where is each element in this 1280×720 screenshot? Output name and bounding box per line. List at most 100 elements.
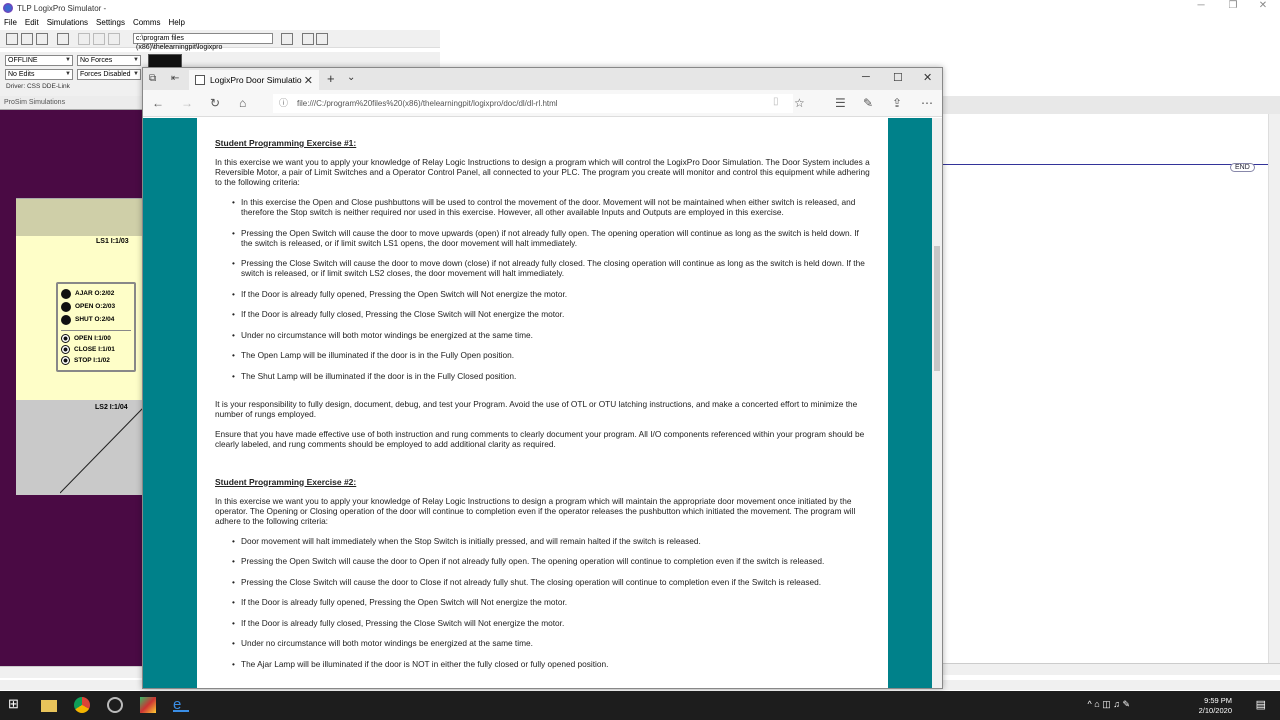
open-lamp-icon [61, 301, 71, 312]
browser-window: ⧉ ⇤ LogixPro Door Simulatio ✕ + ⌄ ─ ☐ ✕ … [142, 67, 943, 689]
exercise1-criteria-list: In this exercise the Open and Close push… [215, 197, 870, 381]
list-item: If the Door is already fully opened, Pre… [232, 597, 870, 607]
copy-icon[interactable] [93, 33, 105, 45]
edits-select[interactable]: No Edits ▼ [5, 69, 73, 80]
ajar-lamp-label: AJAR O:2/02 [75, 290, 115, 297]
mode-select[interactable]: OFFLINE ▼ [5, 55, 73, 66]
tab-title: LogixPro Door Simulatio [210, 75, 302, 85]
url-input[interactable]: ⓘ file:///C:/program%20files%20(x86)/the… [273, 94, 793, 113]
info-icon: ⓘ [279, 98, 289, 108]
end-rung: END [1230, 163, 1255, 172]
notifications-icon[interactable]: ▤ [1256, 698, 1266, 711]
cut-icon[interactable] [78, 33, 90, 45]
home-icon[interactable]: ⌂ [239, 96, 246, 110]
tab-preview-icon[interactable]: ⧉ [149, 73, 156, 84]
menu-comms[interactable]: Comms [129, 16, 165, 29]
open-pushbutton-icon[interactable] [61, 334, 70, 343]
refresh-icon[interactable]: ↻ [210, 96, 220, 110]
list-item: Pressing the Open Switch will cause the … [232, 228, 870, 248]
close-pushbutton-icon[interactable] [61, 345, 70, 354]
list-item: The Shut Lamp will be illuminated if the… [232, 371, 870, 381]
ajar-lamp-icon [61, 288, 71, 299]
menu-edit[interactable]: Edit [21, 16, 43, 29]
path-field[interactable]: c:\program files (x86)\thelearningpit\lo… [133, 33, 273, 51]
ladder-editor-area: END [942, 96, 1280, 681]
url-text: file:///C:/program%20files%20(x86)/thele… [297, 99, 558, 108]
file-explorer-icon[interactable] [41, 700, 57, 712]
stop-button-row[interactable]: STOP I:1/02 [58, 355, 134, 366]
open-button-row[interactable]: OPEN I:1/00 [58, 333, 134, 344]
exercise2-title: Student Programming Exercise #2: [215, 476, 357, 487]
tab-list-chevron-icon[interactable]: ⌄ [347, 72, 355, 83]
menu-file[interactable]: File [0, 16, 21, 29]
windows-taskbar: ⊞ e ^ ⌂ ◫ ♫ ✎ 9:59 PM 2/10/2020 ▤ [0, 691, 1280, 720]
zoom-out-icon[interactable] [316, 33, 328, 45]
exercise1-title: Student Programming Exercise #1: [215, 138, 357, 148]
minimize-icon[interactable]: ─ [1186, 0, 1216, 11]
save-icon[interactable] [36, 33, 48, 45]
forces-disabled-select[interactable]: Forces Disabled ▼ [77, 69, 141, 80]
favorites-hub-icon[interactable]: ☰ [835, 96, 846, 110]
stop-pushbutton-icon[interactable] [61, 356, 70, 365]
list-item: Under no circumstance will both motor wi… [232, 638, 870, 648]
ladder-vertical-scrollbar[interactable] [1268, 114, 1280, 663]
reading-view-icon[interactable]: ▯ [773, 96, 779, 107]
menu-help[interactable]: Help [165, 16, 189, 29]
browser-minimize-icon[interactable]: ─ [862, 71, 870, 83]
taskbar-clock[interactable]: 9:59 PM 2/10/2020 [1199, 696, 1232, 716]
left-horizontal-scrollbar[interactable] [0, 666, 143, 678]
zoom-in-icon[interactable] [302, 33, 314, 45]
browser-address-bar: ← → ↻ ⌂ ⓘ file:///C:/program%20files%20(… [143, 90, 942, 117]
menu-settings[interactable]: Settings [92, 16, 129, 29]
ls1-label: LS1 I:1/03 [96, 238, 129, 245]
open-button-label: OPEN I:1/00 [74, 335, 111, 342]
chrome-icon[interactable] [74, 697, 90, 713]
windows-start-icon[interactable]: ⊞ [8, 696, 24, 712]
open-lamp-row: OPEN O:2/03 [58, 300, 134, 313]
list-item: If the Door is already fully opened, Pre… [232, 289, 870, 299]
browser-close-icon[interactable]: ✕ [923, 71, 932, 84]
browser-tab[interactable]: LogixPro Door Simulatio ✕ [189, 70, 319, 90]
close-button-row[interactable]: CLOSE I:1/01 [58, 344, 134, 355]
ladder-horizontal-scrollbar[interactable] [942, 663, 1280, 675]
exercise2-criteria-list: Door movement will halt immediately when… [215, 536, 870, 669]
exercise1-comments: Ensure that you have made effective use … [215, 428, 865, 449]
system-tray-icons[interactable]: ^ ⌂ ◫ ♫ ✎ [1088, 699, 1130, 710]
print-icon[interactable] [57, 33, 69, 45]
app-title: TLP LogixPro Simulator - [17, 3, 107, 13]
open-file-icon[interactable] [21, 33, 33, 45]
paste-icon[interactable] [108, 33, 120, 45]
browser-tab-strip: ⧉ ⇤ LogixPro Door Simulatio ✕ + ⌄ ─ ☐ ✕ [143, 68, 942, 90]
back-icon[interactable]: ← [152, 96, 164, 110]
forward-icon[interactable]: → [181, 96, 193, 110]
forces-select[interactable]: No Forces ▼ [77, 55, 141, 66]
menu-simulations[interactable]: Simulations [43, 16, 92, 29]
clock-date: 2/10/2020 [1198, 706, 1232, 715]
browser-maximize-icon[interactable]: ☐ [893, 71, 903, 84]
door-header [16, 198, 143, 236]
door-panel-line [60, 407, 143, 494]
share-icon[interactable]: ⇪ [892, 96, 902, 110]
restore-icon[interactable]: ❐ [1218, 0, 1248, 11]
set-aside-tabs-icon[interactable]: ⇤ [171, 73, 179, 84]
run-indicator [148, 54, 182, 68]
list-item: Pressing the Close Switch will cause the… [232, 577, 870, 587]
list-item: The Open Lamp will be illuminated if the… [232, 350, 870, 360]
favorite-star-icon[interactable]: ☆ [794, 96, 805, 110]
tools-icon[interactable] [281, 33, 293, 45]
tab-close-icon[interactable]: ✕ [304, 74, 313, 87]
app-icon[interactable] [107, 697, 123, 713]
rung-line [942, 164, 1268, 165]
browser-vertical-scrollbar[interactable] [932, 118, 942, 688]
shut-lamp-icon [61, 314, 71, 325]
page-background: Student Programming Exercise #1: In this… [143, 118, 942, 688]
edge-icon[interactable]: e [173, 696, 189, 713]
web-note-icon[interactable]: ✎ [863, 96, 873, 110]
new-tab-icon[interactable]: + [327, 71, 335, 86]
logixpro-logo-icon [3, 3, 13, 13]
close-icon[interactable]: ✕ [1248, 0, 1278, 11]
new-file-icon[interactable] [6, 33, 18, 45]
logixpro-taskbar-icon[interactable] [140, 697, 156, 713]
more-menu-icon[interactable]: ⋯ [921, 96, 933, 110]
scroll-thumb[interactable] [934, 246, 940, 371]
